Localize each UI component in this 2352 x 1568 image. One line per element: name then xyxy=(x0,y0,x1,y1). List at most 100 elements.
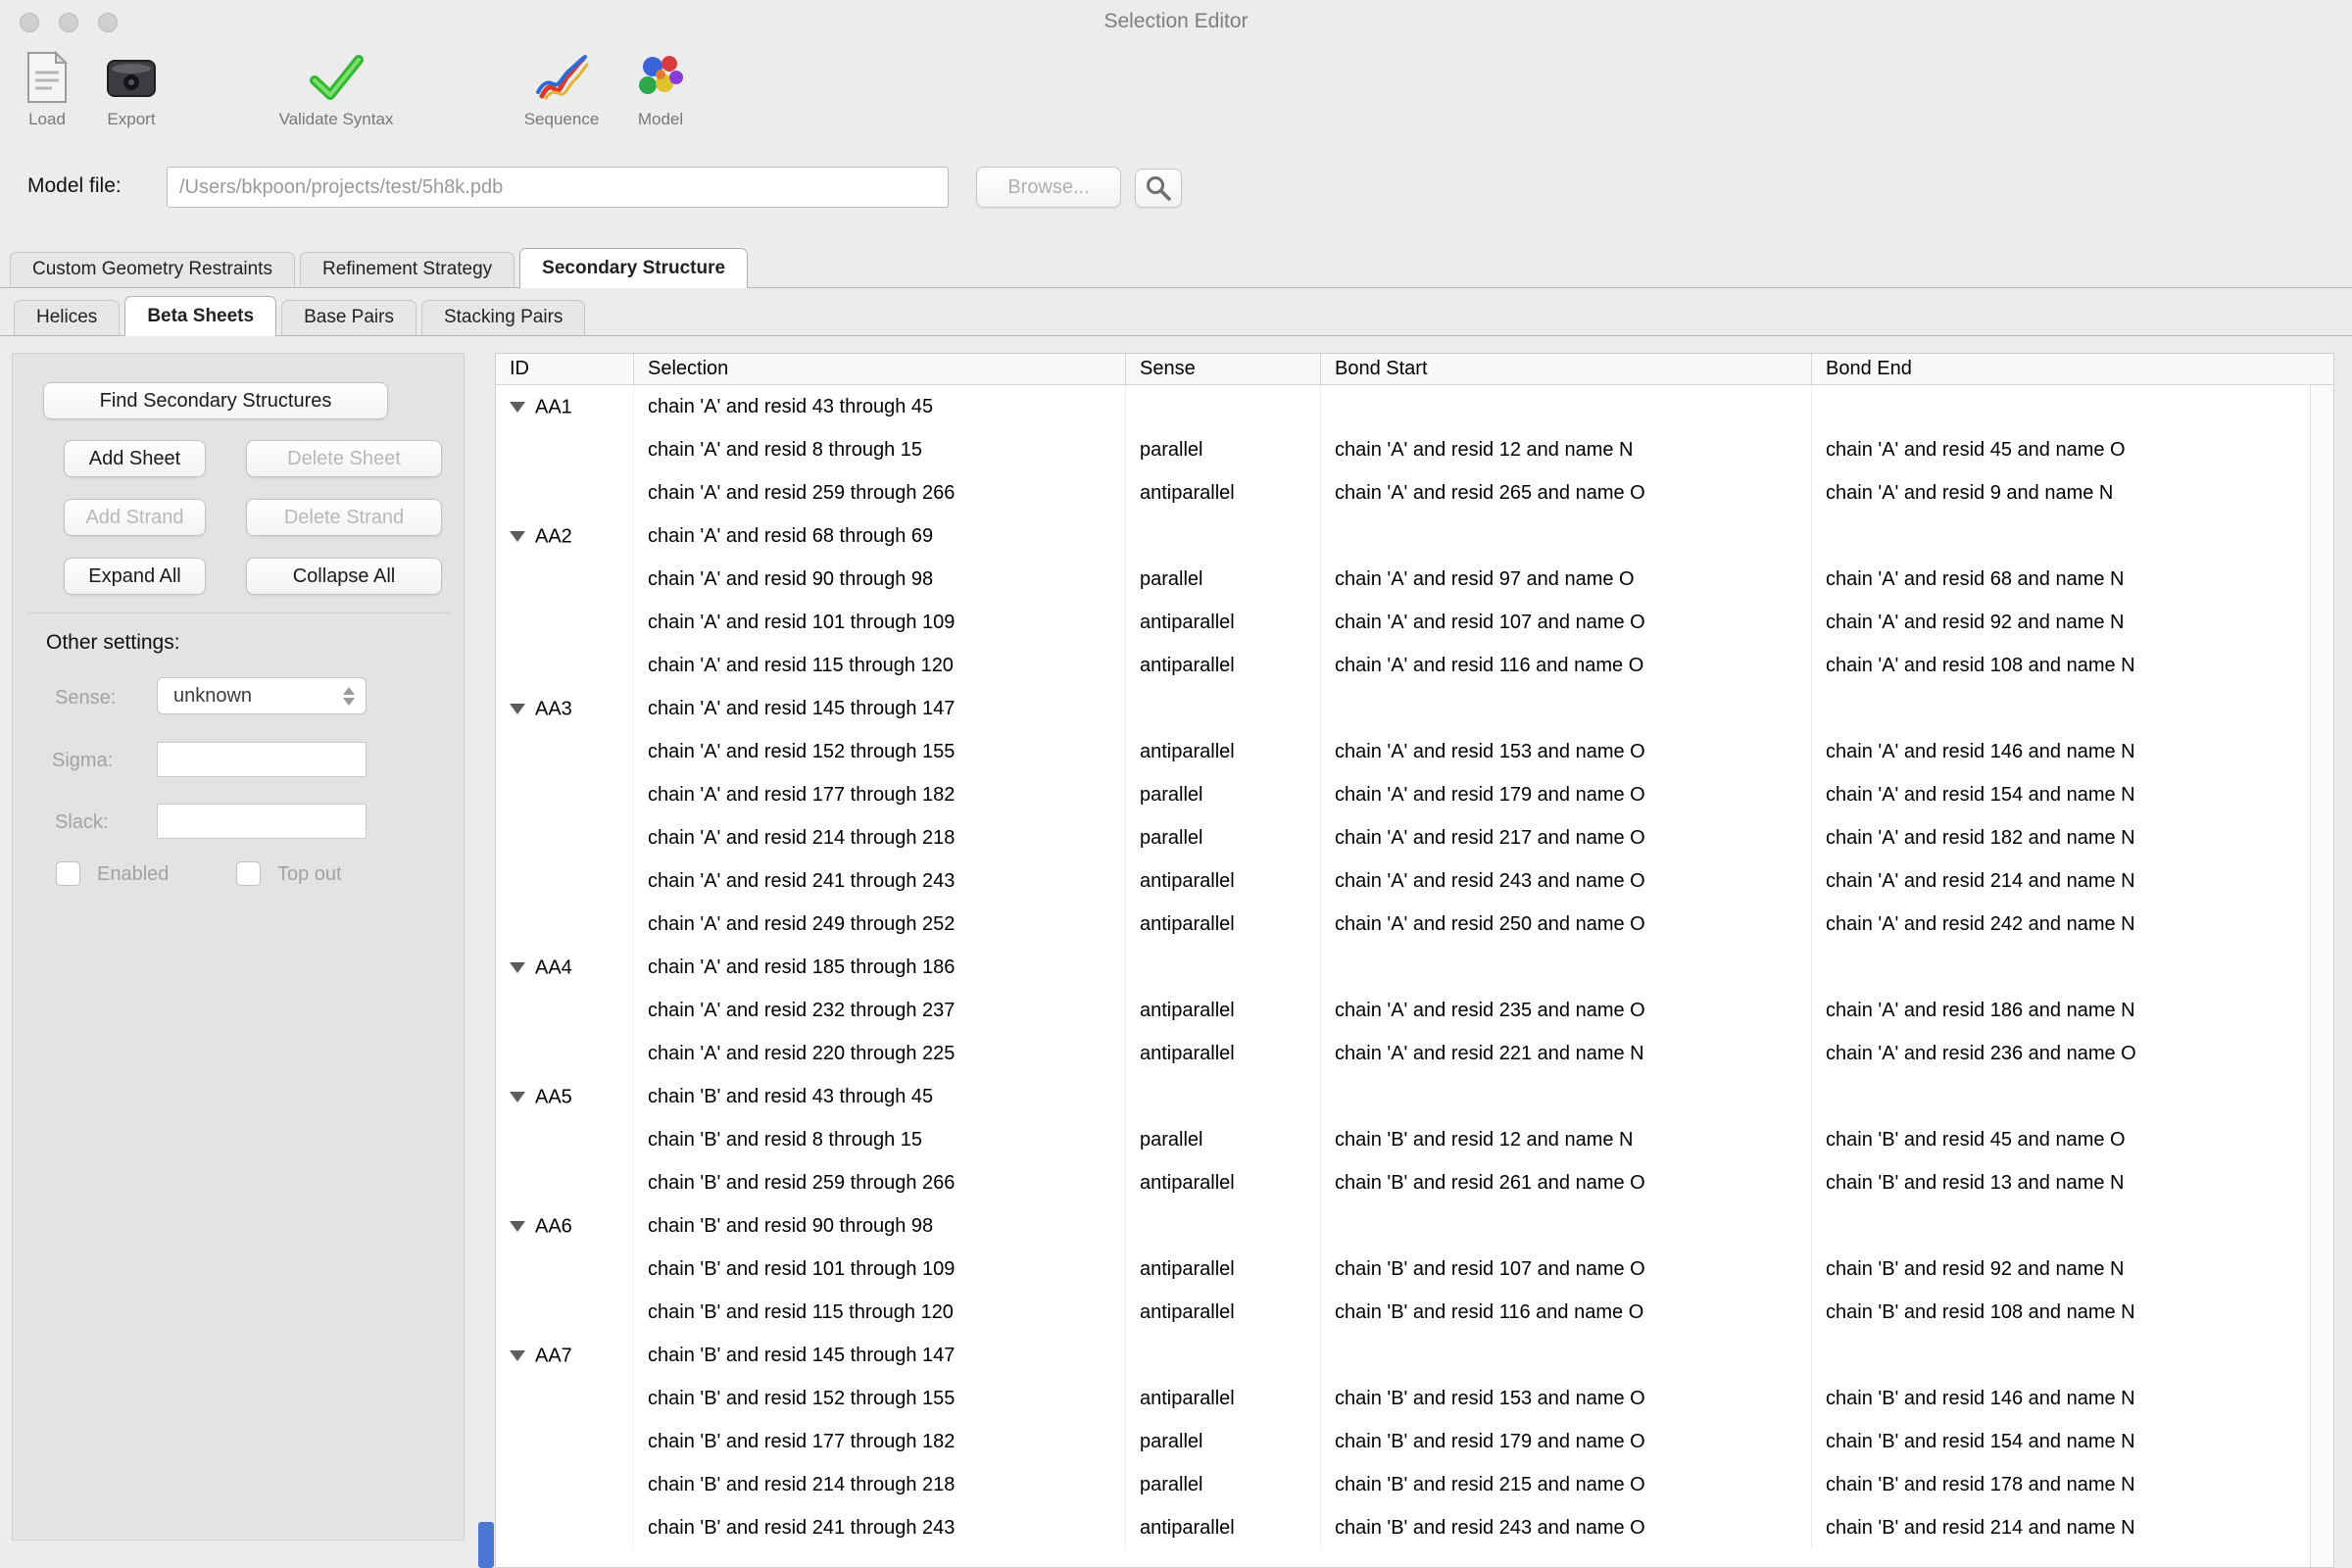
disclosure-triangle-icon[interactable] xyxy=(510,1221,525,1232)
top-out-checkbox[interactable] xyxy=(236,861,261,886)
table-row[interactable]: chain 'B' and resid 152 through 155 anti… xyxy=(496,1377,2333,1420)
tab-secondary-structure[interactable]: Secondary Structure xyxy=(519,248,748,288)
validate-syntax-toolbar-button[interactable]: Validate Syntax xyxy=(256,47,416,129)
table-row[interactable]: AA7 chain 'B' and resid 145 through 147 xyxy=(496,1334,2333,1377)
delete-strand-button[interactable]: Delete Strand xyxy=(246,499,442,536)
row-selection: chain 'A' and resid 232 through 237 xyxy=(634,989,1126,1032)
row-bond-end xyxy=(1812,385,2333,428)
find-secondary-structures-button[interactable]: Find Secondary Structures xyxy=(43,382,388,419)
row-bond-end: chain 'B' and resid 214 and name N xyxy=(1812,1506,2333,1549)
row-bond-start: chain 'A' and resid 265 and name O xyxy=(1321,471,1812,514)
row-bond-end: chain 'A' and resid 214 and name N xyxy=(1812,859,2333,903)
table-row[interactable]: chain 'B' and resid 259 through 266 anti… xyxy=(496,1161,2333,1204)
table-row[interactable]: chain 'A' and resid 152 through 155 anti… xyxy=(496,730,2333,773)
enabled-checkbox[interactable] xyxy=(56,861,80,886)
browse-button[interactable]: Browse... xyxy=(976,167,1121,208)
row-bond-start xyxy=(1321,385,1812,428)
table-body[interactable]: AA1 chain 'A' and resid 43 through 45 ch… xyxy=(496,385,2333,1549)
sequence-toolbar-button[interactable]: Sequence xyxy=(502,47,621,129)
table-row[interactable]: AA2 chain 'A' and resid 68 through 69 xyxy=(496,514,2333,558)
table-row[interactable]: chain 'B' and resid 214 through 218 para… xyxy=(496,1463,2333,1506)
subtab-stacking-pairs[interactable]: Stacking Pairs xyxy=(421,300,585,335)
model-file-row: Model file: Browse... xyxy=(0,157,2352,220)
disclosure-triangle-icon[interactable] xyxy=(510,962,525,973)
table-row[interactable]: chain 'B' and resid 115 through 120 anti… xyxy=(496,1291,2333,1334)
disclosure-triangle-icon[interactable] xyxy=(510,531,525,542)
row-bond-end xyxy=(1812,1204,2333,1248)
table-row[interactable]: AA6 chain 'B' and resid 90 through 98 xyxy=(496,1204,2333,1248)
table-row[interactable]: chain 'A' and resid 8 through 15 paralle… xyxy=(496,428,2333,471)
subtab-beta-sheets[interactable]: Beta Sheets xyxy=(124,296,276,336)
tab-custom-geometry-restraints[interactable]: Custom Geometry Restraints xyxy=(10,252,295,287)
expand-all-button[interactable]: Expand All xyxy=(64,558,206,595)
table-row[interactable]: chain 'A' and resid 259 through 266 anti… xyxy=(496,471,2333,514)
row-bond-end: chain 'A' and resid 182 and name N xyxy=(1812,816,2333,859)
titlebar: Selection Editor xyxy=(0,0,2352,45)
export-toolbar-button[interactable]: Export xyxy=(90,47,172,129)
row-sense: parallel xyxy=(1126,1420,1321,1463)
table-row[interactable]: chain 'A' and resid 101 through 109 anti… xyxy=(496,601,2333,644)
other-settings-label: Other settings: xyxy=(46,631,180,655)
row-bond-start: chain 'B' and resid 153 and name O xyxy=(1321,1377,1812,1420)
table-row[interactable]: chain 'A' and resid 220 through 225 anti… xyxy=(496,1032,2333,1075)
row-selection: chain 'A' and resid 214 through 218 xyxy=(634,816,1126,859)
sheet-controls-panel: Find Secondary Structures Add Sheet Dele… xyxy=(12,353,465,1541)
table-row[interactable]: chain 'A' and resid 232 through 237 anti… xyxy=(496,989,2333,1032)
enabled-checkbox-label: Enabled xyxy=(97,863,169,886)
row-sense: parallel xyxy=(1126,1118,1321,1161)
row-bond-end: chain 'B' and resid 146 and name N xyxy=(1812,1377,2333,1420)
table-row[interactable]: chain 'B' and resid 8 through 15 paralle… xyxy=(496,1118,2333,1161)
row-bond-start: chain 'A' and resid 243 and name O xyxy=(1321,859,1812,903)
add-strand-button[interactable]: Add Strand xyxy=(64,499,206,536)
tab-refinement-strategy[interactable]: Refinement Strategy xyxy=(300,252,514,287)
row-bond-end: chain 'A' and resid 92 and name N xyxy=(1812,601,2333,644)
model-file-input[interactable] xyxy=(167,167,949,208)
table-row[interactable]: AA1 chain 'A' and resid 43 through 45 xyxy=(496,385,2333,428)
row-sense xyxy=(1126,385,1321,428)
slack-input[interactable] xyxy=(157,804,367,839)
table-row[interactable]: AA4 chain 'A' and resid 185 through 186 xyxy=(496,946,2333,989)
table-row[interactable]: chain 'A' and resid 241 through 243 anti… xyxy=(496,859,2333,903)
row-bond-start xyxy=(1321,946,1812,989)
row-id: AA6 xyxy=(535,1216,572,1238)
column-header-sense[interactable]: Sense xyxy=(1126,354,1321,384)
disclosure-triangle-icon[interactable] xyxy=(510,402,525,413)
add-sheet-button[interactable]: Add Sheet xyxy=(64,440,206,477)
row-selection: chain 'B' and resid 8 through 15 xyxy=(634,1118,1126,1161)
model-toolbar-button[interactable]: Model xyxy=(611,47,710,129)
column-header-bond-end[interactable]: Bond End xyxy=(1812,354,2333,384)
main-tabbar: Custom Geometry Restraints Refinement St… xyxy=(0,245,2352,288)
table-row[interactable]: AA5 chain 'B' and resid 43 through 45 xyxy=(496,1075,2333,1118)
disclosure-triangle-icon[interactable] xyxy=(510,1350,525,1361)
row-sense: parallel xyxy=(1126,428,1321,471)
sigma-label: Sigma: xyxy=(52,750,113,772)
row-sense: parallel xyxy=(1126,1463,1321,1506)
subtab-helices[interactable]: Helices xyxy=(14,300,120,335)
table-row[interactable]: chain 'A' and resid 249 through 252 anti… xyxy=(496,903,2333,946)
column-header-selection[interactable]: Selection xyxy=(634,354,1126,384)
column-header-bond-start[interactable]: Bond Start xyxy=(1321,354,1812,384)
table-row[interactable]: chain 'B' and resid 101 through 109 anti… xyxy=(496,1248,2333,1291)
sigma-input[interactable] xyxy=(157,742,367,777)
row-bond-start: chain 'B' and resid 215 and name O xyxy=(1321,1463,1812,1506)
disclosure-triangle-icon[interactable] xyxy=(510,704,525,714)
row-selection: chain 'A' and resid 101 through 109 xyxy=(634,601,1126,644)
load-toolbar-button[interactable]: Load xyxy=(6,47,88,129)
disclosure-triangle-icon[interactable] xyxy=(510,1092,525,1102)
table-row[interactable]: chain 'B' and resid 241 through 243 anti… xyxy=(496,1506,2333,1549)
table-row[interactable]: chain 'B' and resid 177 through 182 para… xyxy=(496,1420,2333,1463)
vertical-scrollbar[interactable] xyxy=(2310,385,2333,1568)
row-sense: antiparallel xyxy=(1126,1291,1321,1334)
collapse-all-button[interactable]: Collapse All xyxy=(246,558,442,595)
table-row[interactable]: AA3 chain 'A' and resid 145 through 147 xyxy=(496,687,2333,730)
sense-dropdown[interactable]: unknown xyxy=(157,677,367,714)
search-button[interactable] xyxy=(1135,169,1182,208)
column-header-id[interactable]: ID xyxy=(496,354,634,384)
table-row[interactable]: chain 'A' and resid 115 through 120 anti… xyxy=(496,644,2333,687)
table-row[interactable]: chain 'A' and resid 90 through 98 parall… xyxy=(496,558,2333,601)
delete-sheet-button[interactable]: Delete Sheet xyxy=(246,440,442,477)
subtab-base-pairs[interactable]: Base Pairs xyxy=(281,300,416,335)
table-row[interactable]: chain 'A' and resid 177 through 182 para… xyxy=(496,773,2333,816)
table-row[interactable]: chain 'A' and resid 214 through 218 para… xyxy=(496,816,2333,859)
row-sense: antiparallel xyxy=(1126,730,1321,773)
